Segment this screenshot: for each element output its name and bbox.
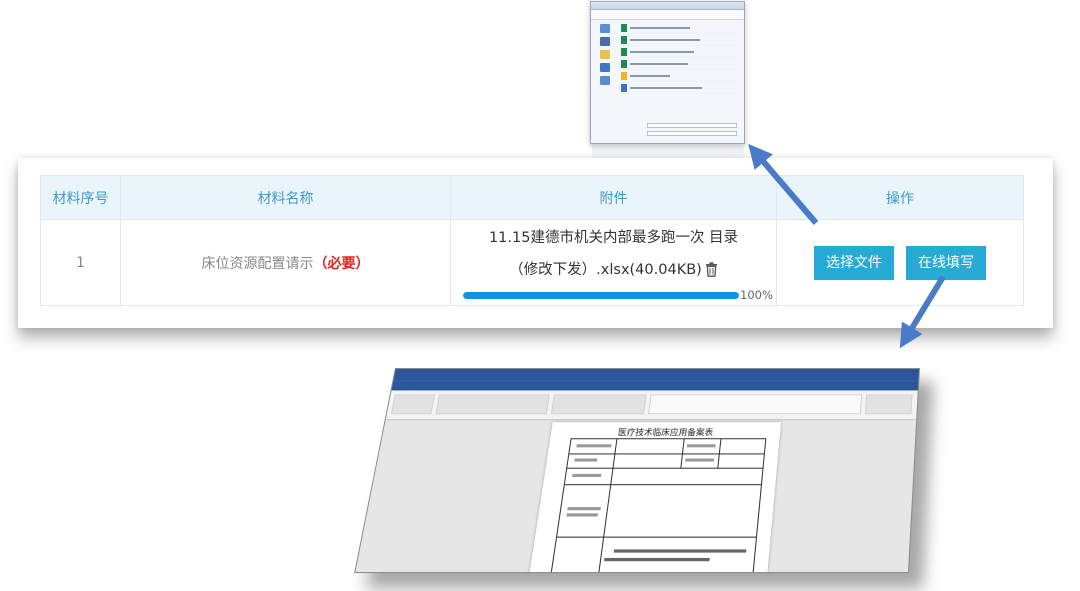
row-index: 1 xyxy=(40,219,121,306)
excel-file-icon xyxy=(621,35,627,44)
list-item xyxy=(621,34,739,46)
required-marker: （必要） xyxy=(313,255,370,272)
trash-icon[interactable] xyxy=(705,257,718,277)
libraries-icon xyxy=(600,50,610,59)
dialog-titlebar xyxy=(591,2,744,10)
document-form-table xyxy=(549,438,767,574)
recent-places-icon xyxy=(600,24,610,33)
list-item xyxy=(621,58,739,70)
row-attachment-cell: 11.15建德市机关内部最多跑一次 目录（修改下发）.xlsx(40.04KB)… xyxy=(450,219,777,306)
progress-label: 100% xyxy=(740,287,773,302)
row-actions-cell: 选择文件 在线填写 xyxy=(776,219,1024,306)
file-open-dialog-preview xyxy=(590,1,745,144)
header-material-name: 材料名称 xyxy=(120,175,451,220)
progress-fill xyxy=(463,291,739,299)
document-heading: 医疗技术临床应用备案表 xyxy=(617,428,714,439)
word-document-preview: 医疗技术临床应用备案表 xyxy=(354,368,920,574)
word-titlebar xyxy=(393,368,919,381)
desktop-icon xyxy=(600,37,610,46)
header-index: 材料序号 xyxy=(40,175,121,220)
online-fill-button[interactable]: 在线填写 xyxy=(906,245,986,280)
network-icon xyxy=(600,76,610,85)
excel-file-icon xyxy=(621,47,627,56)
row-material-name-cell: 床位资源配置请示（必要） xyxy=(120,219,451,306)
word-ribbon xyxy=(385,390,918,421)
attachment-file-name-text: 11.15建德市机关内部最多跑一次 目录（修改下发）.xlsx(40.04KB) xyxy=(488,229,739,278)
editing-group xyxy=(864,394,913,415)
list-item xyxy=(621,46,739,58)
header-attachment: 附件 xyxy=(450,175,777,220)
word-ribbon-tabs xyxy=(391,380,919,391)
font-group xyxy=(435,394,550,415)
folder-icon xyxy=(621,71,627,80)
attachment-file-name: 11.15建德市机关内部最多跑一次 目录（修改下发）.xlsx(40.04KB) xyxy=(451,222,776,286)
header-actions: 操作 xyxy=(776,175,1024,220)
progress-track xyxy=(463,291,739,299)
list-item xyxy=(621,82,739,94)
word-file-icon xyxy=(621,83,627,92)
dialog-toolbar xyxy=(591,10,744,20)
excel-file-icon xyxy=(621,23,627,32)
material-name: 床位资源配置请示 xyxy=(201,255,314,272)
clipboard-group xyxy=(390,394,436,415)
file-type-field xyxy=(647,131,737,136)
list-item xyxy=(621,22,739,34)
table-row: 1 床位资源配置请示（必要） 11.15建德市机关内部最多跑一次 目录（修改下发… xyxy=(40,219,1024,306)
select-file-button[interactable]: 选择文件 xyxy=(814,245,894,280)
dialog-file-list xyxy=(621,22,739,94)
materials-panel: 材料序号 材料名称 附件 操作 1 床位资源配置请示（必要） 11.15建德市机… xyxy=(18,158,1053,328)
list-item xyxy=(621,70,739,82)
table-header-row: 材料序号 材料名称 附件 操作 xyxy=(40,175,1024,220)
materials-table: 材料序号 材料名称 附件 操作 1 床位资源配置请示（必要） 11.15建德市机… xyxy=(40,175,1024,306)
styles-group xyxy=(648,394,863,415)
paragraph-group xyxy=(550,394,647,415)
document-page: 医疗技术临床应用备案表 xyxy=(528,422,782,574)
computer-icon xyxy=(600,63,610,72)
dialog-sidebar xyxy=(591,20,619,120)
excel-file-icon xyxy=(621,59,627,68)
dialog-footer xyxy=(621,123,741,139)
upload-progress: 100% xyxy=(463,287,773,304)
file-name-field xyxy=(647,123,737,128)
